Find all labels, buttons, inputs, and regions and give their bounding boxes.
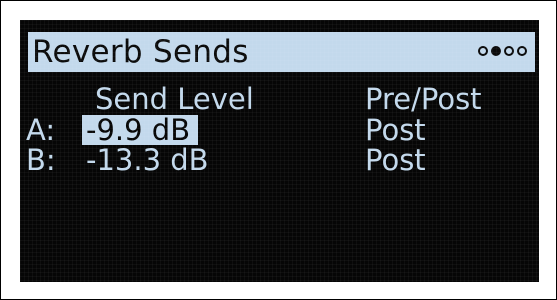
row-label-a: A: [26, 113, 56, 147]
pre-post-b-field[interactable]: Post [365, 145, 426, 175]
device-frame: Reverb Sends Send Level Pre/Post A: -9.9… [0, 0, 557, 300]
page-indicator [478, 46, 527, 56]
send-level-a-field[interactable]: -9.9 dB [82, 115, 199, 145]
column-header-pre-post: Pre/Post [365, 82, 482, 116]
page-title: Reverb Sends [32, 34, 249, 70]
page-dot-2-active [491, 46, 501, 56]
page-dot-3 [504, 46, 514, 56]
send-level-b-field[interactable]: -13.3 dB [82, 145, 209, 175]
lcd-screen: Reverb Sends Send Level Pre/Post A: -9.9… [20, 20, 539, 282]
row-label-b: B: [26, 143, 56, 177]
title-bar: Reverb Sends [28, 32, 535, 72]
page-dot-1 [478, 46, 488, 56]
page-dot-4 [517, 46, 527, 56]
column-header-send-level: Send Level [95, 82, 254, 116]
pre-post-a-field[interactable]: Post [365, 115, 426, 145]
